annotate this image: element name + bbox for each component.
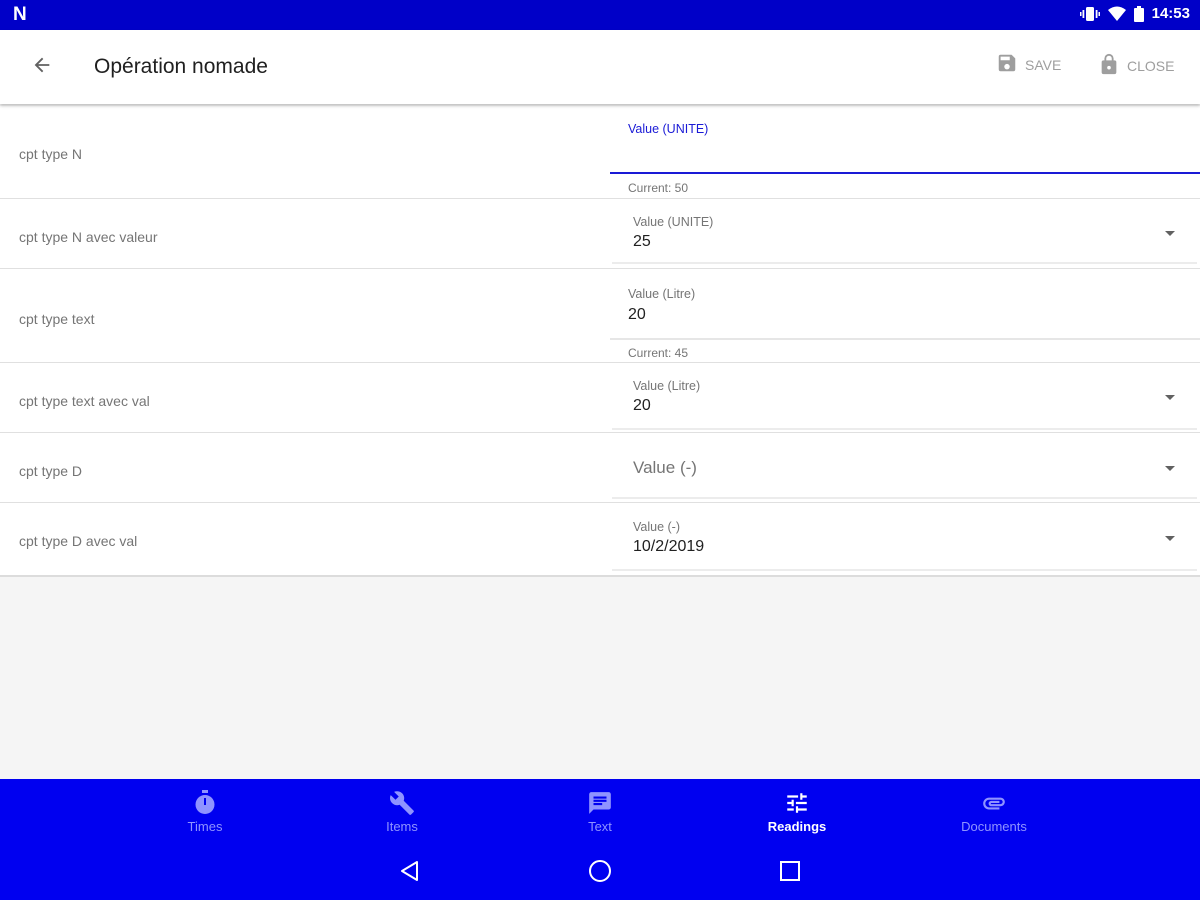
nav-label: Readings [767, 819, 827, 834]
app-bar: Opération nomade SAVE CLOSE [0, 30, 1200, 104]
message-icon [587, 790, 613, 816]
nav-item-text[interactable]: Text [540, 779, 660, 845]
row-label: cpt type D [19, 463, 83, 479]
value-input[interactable]: Value (Litre) 20 [610, 269, 1200, 341]
reading-row: cpt type N Value (UNITE) Current: 50 [0, 106, 1200, 199]
value-dropdown[interactable]: Value (Litre) 20 [612, 363, 1197, 431]
field-underline [612, 569, 1197, 571]
chevron-down-icon [1165, 231, 1175, 236]
row-label: cpt type text [19, 311, 95, 327]
wrench-icon [389, 790, 415, 816]
triangle-back-icon [399, 860, 421, 887]
reading-row: cpt type D Value (-) [0, 433, 1200, 503]
nav-item-readings[interactable]: Readings [737, 779, 857, 845]
timer-icon [193, 790, 217, 816]
nav-item-times[interactable]: Times [145, 779, 265, 845]
wifi-icon [1107, 6, 1126, 21]
helper-text: Current: 50 [628, 181, 689, 195]
chevron-down-icon [1165, 395, 1175, 400]
field-value: 25 [633, 233, 651, 250]
bottom-navigation: Times Items Text Readings Documents [0, 779, 1200, 845]
clock-time: 14:53 [1151, 5, 1190, 22]
circle-home-icon [588, 859, 612, 888]
save-button[interactable]: SAVE [996, 52, 1061, 77]
nav-label: Items [386, 819, 418, 834]
system-navigation-bar [0, 845, 1200, 900]
back-button[interactable] [24, 49, 60, 85]
chevron-down-icon [1165, 536, 1175, 541]
field-value: 20 [628, 306, 646, 323]
helper-text: Current: 45 [628, 346, 689, 360]
divider [0, 575, 1200, 577]
field-value: 10/2/2019 [633, 538, 705, 555]
field-underline [612, 497, 1197, 499]
arrow-left-icon [31, 54, 53, 81]
close-label: CLOSE [1127, 57, 1175, 74]
nav-label: Documents [961, 819, 1027, 834]
row-label: cpt type N [19, 146, 83, 162]
reading-row: cpt type N avec valeur Value (UNITE) 25 [0, 199, 1200, 269]
save-label: SAVE [1025, 56, 1062, 73]
battery-icon [1133, 5, 1144, 22]
nav-item-items[interactable]: Items [342, 779, 462, 845]
value-dropdown[interactable]: Value (-) 10/2/2019 [612, 503, 1197, 573]
value-dropdown[interactable]: Value (UNITE) 25 [612, 199, 1197, 267]
reading-row: cpt type text avec val Value (Litre) 20 [0, 363, 1200, 433]
lock-icon [1098, 52, 1120, 79]
field-underline [612, 262, 1197, 264]
nav-item-documents[interactable]: Documents [934, 779, 1054, 845]
value-dropdown[interactable]: Value (-) [612, 433, 1197, 501]
floppy-disk-icon [996, 52, 1018, 77]
app-logo: N [13, 4, 27, 25]
vibrate-icon [1079, 6, 1100, 22]
reading-row: cpt type D avec val Value (-) 10/2/2019 [0, 503, 1200, 575]
chevron-down-icon [1165, 466, 1175, 471]
status-icons: 14:53 [1079, 5, 1190, 22]
nav-label: Times [187, 819, 223, 834]
row-label: cpt type text avec val [19, 393, 150, 409]
field-value: 20 [633, 397, 651, 414]
close-button[interactable]: CLOSE [1098, 52, 1174, 79]
page-title: Opération nomade [94, 55, 268, 78]
nav-label: Text [588, 819, 612, 834]
field-underline [610, 338, 1200, 340]
attachment-icon [980, 790, 1008, 816]
value-input[interactable]: Value (UNITE) [610, 106, 1200, 174]
square-recents-icon [779, 860, 801, 887]
reading-row: cpt type text Value (Litre) 20 Current: … [0, 269, 1200, 363]
system-back-button[interactable] [394, 857, 426, 889]
tune-icon [784, 790, 810, 816]
field-label: Value (-) [633, 520, 681, 534]
field-label: Value (UNITE) [628, 122, 709, 136]
field-label: Value (Litre) [633, 379, 701, 393]
field-label: Value (UNITE) [633, 215, 714, 229]
field-underline [610, 172, 1200, 174]
status-bar: N 14:53 [0, 0, 1200, 30]
row-label: cpt type N avec valeur [19, 229, 158, 245]
field-placeholder: Value (-) [633, 458, 697, 477]
system-recents-button[interactable] [774, 857, 806, 889]
system-home-button[interactable] [584, 857, 616, 889]
readings-form: cpt type N Value (UNITE) Current: 50 cpt… [0, 106, 1200, 576]
field-underline [612, 428, 1197, 430]
field-label: Value (Litre) [628, 287, 696, 301]
row-label: cpt type D avec val [19, 533, 138, 549]
